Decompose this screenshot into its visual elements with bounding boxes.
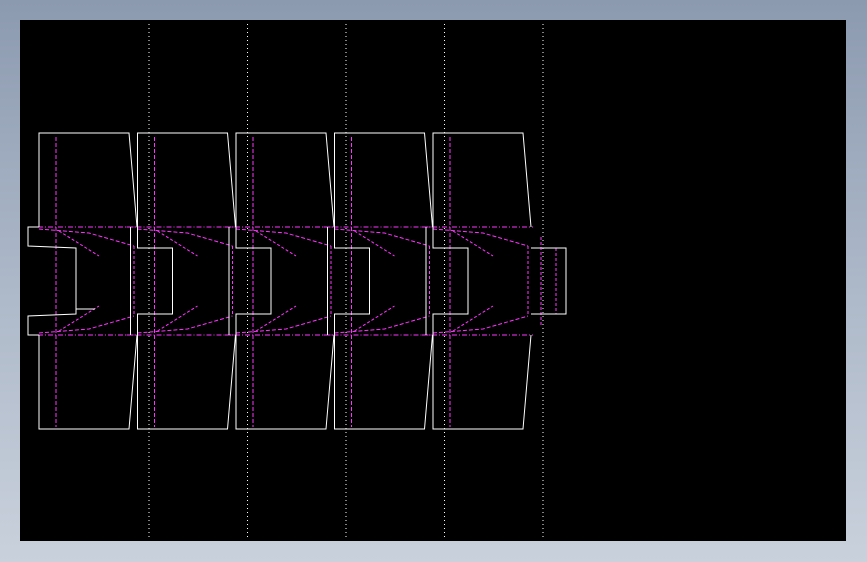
hidden-taper-lower xyxy=(432,315,529,334)
hidden-taper-upper xyxy=(235,228,332,247)
hidden-diagonal-upper xyxy=(255,230,297,257)
hidden-taper-upper xyxy=(137,228,233,247)
hidden-diagonal-upper xyxy=(58,230,100,257)
unit-bottom-block-outline xyxy=(235,334,335,430)
hidden-taper-lower xyxy=(334,315,430,334)
centerline-layer xyxy=(148,24,544,538)
hidden-diagonal-upper xyxy=(157,230,198,257)
hidden-taper-upper xyxy=(38,228,135,247)
unit-top-block-outline xyxy=(334,132,433,228)
hidden-taper-upper xyxy=(432,228,529,247)
hidden-taper-upper xyxy=(334,228,430,247)
hidden-diagonal-upper xyxy=(354,230,395,257)
cad-viewport[interactable] xyxy=(20,20,846,541)
end-tenon-outline xyxy=(531,247,567,315)
first-unit-left-profile xyxy=(27,226,95,310)
unit-top-block-outline xyxy=(38,132,138,228)
outline-layer xyxy=(27,132,567,430)
unit-bottom-block-outline xyxy=(38,334,138,430)
hidden-diagonal-lower xyxy=(452,305,494,332)
hidden-line-layer xyxy=(28,137,557,427)
unit-top-block-outline xyxy=(432,132,532,228)
hidden-diagonal-upper xyxy=(452,230,494,257)
unit-top-block-outline xyxy=(137,132,236,228)
hidden-diagonal-lower xyxy=(255,305,297,332)
unit-bottom-block-outline xyxy=(432,334,532,430)
unit-bottom-block-outline xyxy=(334,334,433,430)
hidden-taper-lower xyxy=(38,315,135,334)
cad-drawing-canvas[interactable] xyxy=(20,20,846,541)
unit-bottom-block-outline xyxy=(137,334,236,430)
first-unit-left-profile-lower xyxy=(27,309,77,336)
hidden-diagonal-lower xyxy=(157,305,198,332)
hidden-taper-lower xyxy=(137,315,233,334)
hidden-taper-lower xyxy=(235,315,332,334)
unit-top-block-outline xyxy=(235,132,335,228)
hidden-diagonal-lower xyxy=(354,305,395,332)
hidden-diagonal-lower xyxy=(58,305,100,332)
